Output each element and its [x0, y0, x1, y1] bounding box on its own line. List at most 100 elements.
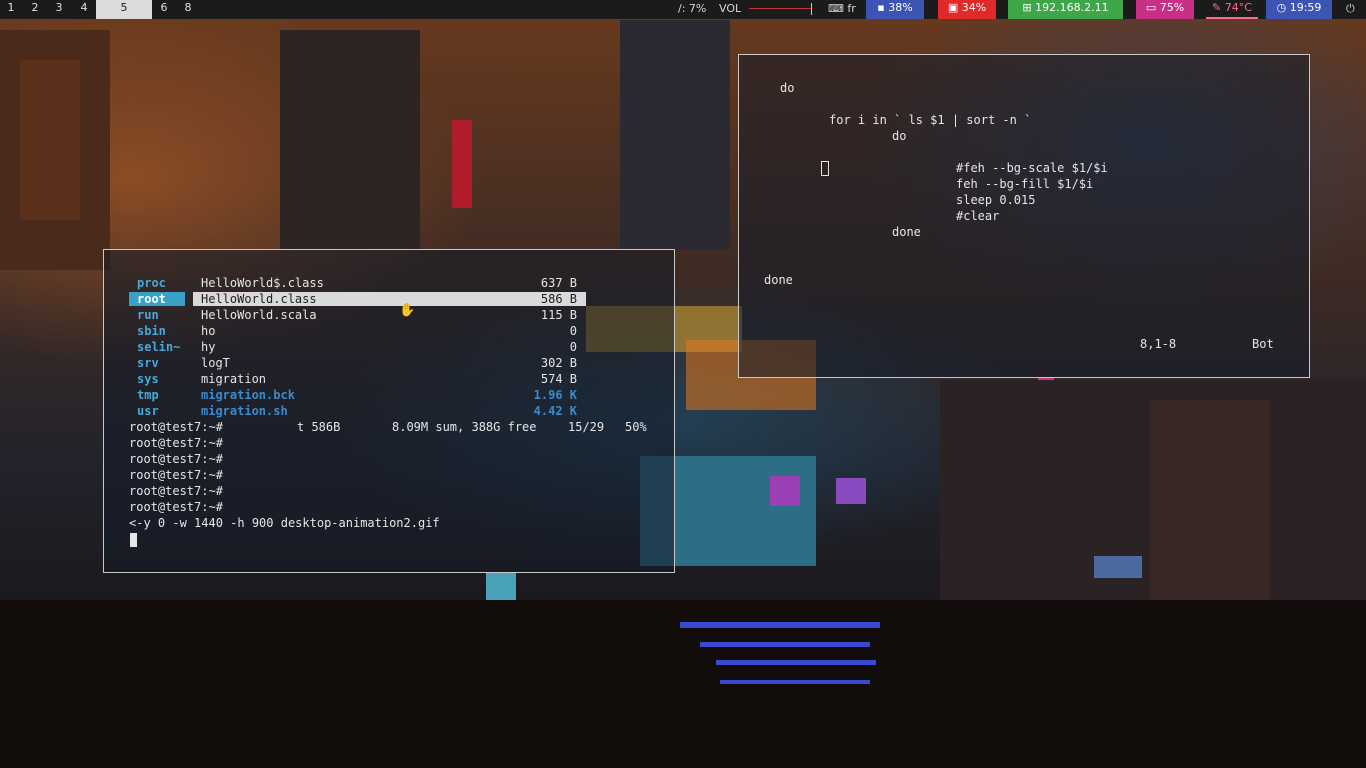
wallpaper-building [486, 572, 516, 602]
wallpaper-stairs [716, 660, 876, 665]
wallpaper-stairs [700, 642, 870, 647]
mouse-pointer-icon: ✋ [399, 303, 416, 318]
file-size: 637 B [540, 276, 577, 290]
temperature-value: 74°C [1224, 1, 1252, 14]
keyboard-layout-label: fr [847, 2, 856, 15]
workspace-4[interactable]: 4 [72, 0, 96, 19]
file-entry[interactable]: logT [201, 355, 230, 371]
file-size: 0 [569, 340, 577, 354]
dir-entry[interactable]: tmp [137, 387, 159, 403]
code-line: done [892, 225, 921, 239]
shell-prompt: root@test7:~# [129, 500, 223, 514]
dir-entry[interactable]: sbin [137, 323, 166, 339]
disk-usage: /: 7% [678, 2, 707, 15]
file-entry[interactable]: HelloWorld$.class [201, 275, 324, 291]
battery-block: ▭ 75% [1136, 0, 1194, 19]
workspace-1[interactable]: 1 [0, 0, 22, 19]
file-size: 1.96 K [533, 388, 577, 402]
editor-terminal[interactable]: do for i in ` ls $1 | sort -n ` do #feh … [738, 54, 1310, 378]
wallpaper-building [20, 60, 80, 220]
code-line: do [780, 81, 795, 95]
file-entry[interactable]: migration.bck [201, 387, 295, 403]
clock-icon: ◷ [1276, 1, 1287, 14]
ip-address: 192.168.2.11 [1035, 1, 1109, 14]
network-icon: ⊞ [1022, 1, 1032, 14]
keyboard-layout[interactable]: ⌨ fr [828, 2, 856, 16]
wallpaper-shop [836, 478, 866, 504]
volume-label: VOL [719, 2, 742, 15]
code-line: do [892, 129, 907, 143]
workspace-3[interactable]: 3 [48, 0, 70, 19]
shell-command[interactable]: <-y 0 -w 1440 -h 900 desktop-animation2.… [129, 515, 440, 531]
file-size: 586 B [540, 292, 577, 306]
cpu-value: 34% [961, 1, 987, 14]
file-size: 4.42 K [533, 404, 577, 418]
dir-entry[interactable]: selin~ [137, 339, 180, 355]
code-line: #clear [956, 209, 1000, 223]
clock-block: ◷ 19:59 [1266, 0, 1332, 19]
cpu-icon: ▣ [947, 1, 959, 14]
power-icon[interactable]: ⏻ [1346, 2, 1355, 16]
file-entry[interactable]: hy [201, 339, 215, 355]
file-entry-selected[interactable]: HelloWorld.class [201, 291, 317, 307]
dir-entry[interactable]: run [137, 307, 159, 323]
shell-prompt: root@test7:~# [129, 468, 223, 482]
dir-entry[interactable]: sys [137, 371, 159, 387]
code-line: done [764, 273, 793, 287]
wallpaper-stairs [720, 680, 870, 684]
workspace-2[interactable]: 2 [24, 0, 46, 19]
editor-ruler: 8,1-8 [1140, 337, 1177, 351]
file-entry[interactable]: migration [201, 371, 266, 387]
code-line: sleep 0.015 [956, 193, 1036, 207]
memory-value: 38% [888, 1, 913, 14]
status-bar: 1 2 3 4 5 6 8 /: 7% VOL ⌨ fr ▪ 38% ▣ 34%… [0, 0, 1366, 19]
shell-prompt: root@test7:~# [129, 436, 223, 450]
code-line: for i in ` ls $1 | sort -n ` [829, 113, 1032, 127]
volume-slider[interactable] [749, 8, 811, 9]
keyboard-icon: ⌨ [828, 2, 844, 15]
wallpaper-neon-sign [452, 120, 472, 208]
temperature-block: ✎ 74°C [1206, 0, 1258, 19]
workspace-8[interactable]: 8 [176, 0, 200, 19]
editor-scroll-position: Bot [1252, 337, 1274, 351]
wallpaper-shop [770, 476, 800, 506]
file-manager-terminal[interactable]: proc root run sbin selin~ srv sys tmp us… [103, 249, 675, 573]
status-position: 15/29 [568, 420, 605, 434]
wallpaper-stairs [680, 622, 880, 628]
file-size: 302 B [540, 356, 577, 370]
status-file-info: t 586B [297, 420, 341, 434]
battery-value: 75% [1159, 1, 1185, 14]
workspace-5-active[interactable]: 5 [96, 0, 152, 19]
file-entry[interactable]: ho [201, 323, 215, 339]
dir-entry[interactable]: usr [137, 403, 159, 419]
cpu-block: ▣ 34% [938, 0, 996, 19]
wallpaper-sign [1094, 556, 1142, 578]
battery-icon: ▭ [1145, 1, 1157, 14]
dir-entry-selected[interactable]: root [137, 291, 166, 307]
file-entry[interactable]: migration.sh [201, 403, 288, 419]
code-line: feh --bg-fill $1/$i [956, 177, 1094, 191]
file-entry[interactable]: HelloWorld.scala [201, 307, 317, 323]
wallpaper-building [620, 20, 730, 250]
workspace-6[interactable]: 6 [152, 0, 176, 19]
file-size: 574 B [540, 372, 577, 386]
clock-time: 19:59 [1289, 1, 1322, 14]
memory-icon: ▪ [877, 1, 885, 14]
thermometer-icon: ✎ [1212, 1, 1222, 14]
dir-entry[interactable]: srv [137, 355, 159, 371]
file-size: 0 [569, 324, 577, 338]
network-block: ⊞ 192.168.2.11 [1008, 0, 1123, 19]
volume-slider-end [811, 3, 812, 15]
dir-entry[interactable]: proc [137, 275, 166, 291]
memory-block: ▪ 38% [866, 0, 924, 19]
file-size: 115 B [540, 308, 577, 322]
status-percent: 50% [625, 420, 647, 434]
shell-prompt: root@test7:~# [129, 484, 223, 498]
terminal-cursor [130, 533, 137, 547]
code-line: #feh --bg-scale $1/$i [956, 161, 1108, 175]
editor-cursor [821, 161, 829, 176]
shell-prompt: root@test7:~# [129, 452, 223, 466]
status-prompt: root@test7:~# [129, 420, 223, 434]
status-disk-summary: 8.09M sum, 388G free [392, 420, 537, 434]
wallpaper-building [280, 30, 420, 250]
